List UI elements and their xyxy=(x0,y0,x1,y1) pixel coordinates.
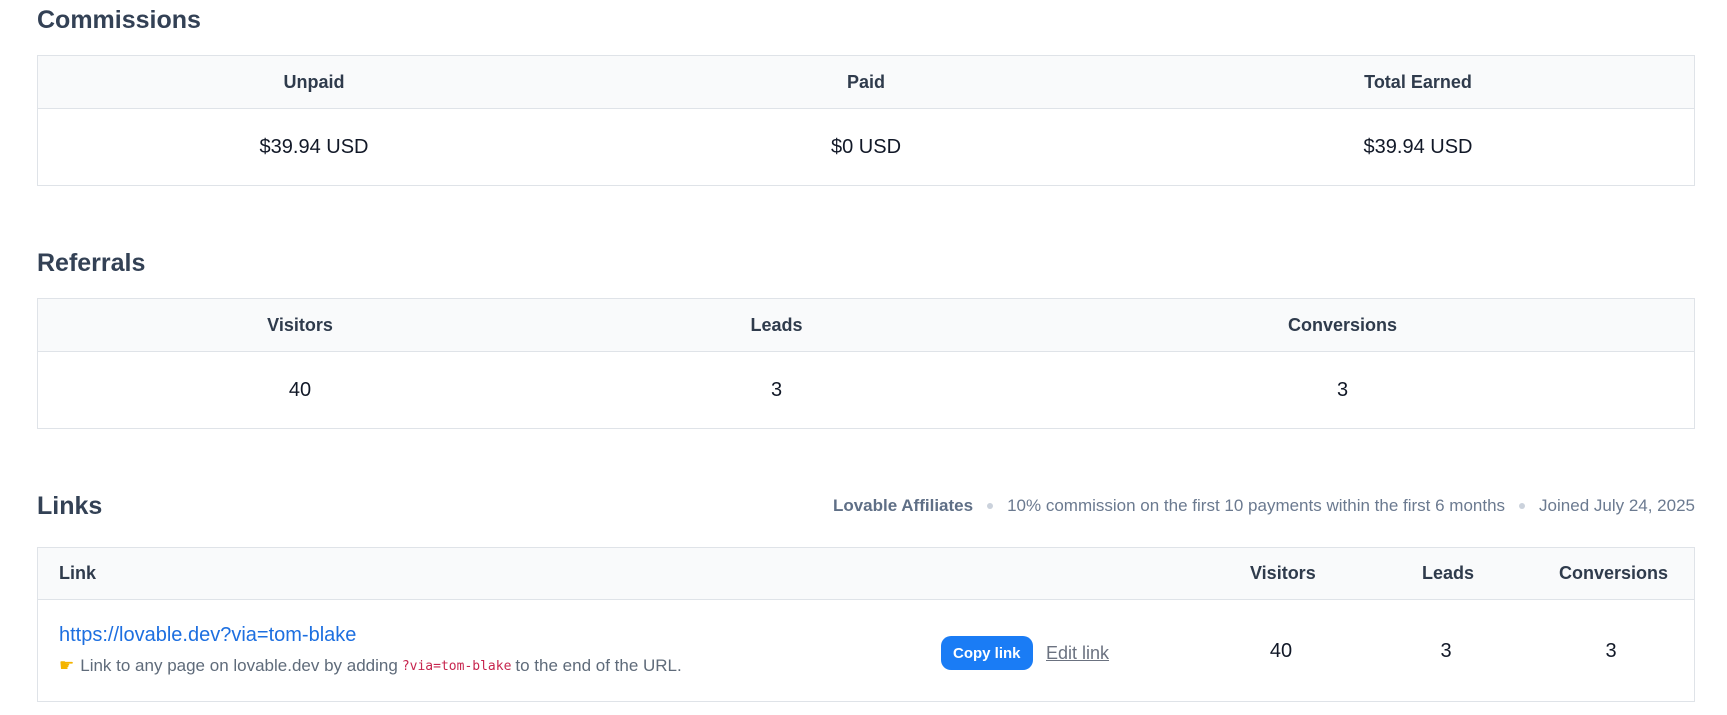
link-leads: 3 xyxy=(1440,640,1452,662)
edit-link-button[interactable]: Edit link xyxy=(1046,643,1109,664)
header-leads: Leads xyxy=(750,314,803,335)
referrals-table: Visitors Leads Conversions 40 3 3 xyxy=(37,298,1695,429)
links-table: Link Visitors Leads Conversions https://… xyxy=(37,547,1695,702)
commissions-title: Commissions xyxy=(37,6,201,34)
table-row: https://lovable.dev?via=tom-blake ☛ Link… xyxy=(38,600,1694,702)
referrals-value-row: 40 3 3 xyxy=(38,352,1694,428)
header-unpaid: Unpaid xyxy=(283,71,345,92)
link-hint: ☛ Link to any page on lovable.dev by add… xyxy=(59,656,682,676)
hint-code: ?via=tom-blake xyxy=(401,658,512,674)
header-visitors: Visitors xyxy=(267,314,333,335)
hint-prefix: Link to any page on lovable.dev by addin… xyxy=(80,656,398,675)
referral-link[interactable]: https://lovable.dev?via=tom-blake xyxy=(59,624,356,647)
pointing-hand-icon: ☛ xyxy=(59,656,75,675)
affiliate-dashboard: Commissions Unpaid Paid Total Earned $39… xyxy=(0,0,1727,715)
header-conversions: Conversions xyxy=(1559,563,1669,583)
header-total-earned: Total Earned xyxy=(1364,71,1472,92)
value-visitors: 40 xyxy=(288,378,312,401)
value-paid: $0 USD xyxy=(830,135,902,158)
referrals-header-row: Visitors Leads Conversions xyxy=(38,299,1694,352)
value-total-earned: $39.94 USD xyxy=(1363,135,1473,158)
header-leads: Leads xyxy=(1422,563,1475,583)
joined-date: Joined July 24, 2025 xyxy=(1539,496,1695,515)
commissions-header-row: Unpaid Paid Total Earned xyxy=(38,56,1694,109)
links-title: Links xyxy=(37,492,103,520)
copy-link-button[interactable]: Copy link xyxy=(941,636,1033,670)
links-header-row: Link Visitors Leads Conversions xyxy=(38,548,1694,600)
value-conversions: 3 xyxy=(1336,378,1349,401)
separator-dot xyxy=(987,503,994,509)
header-conversions: Conversions xyxy=(1287,314,1398,335)
commission-terms: 10% commission on the first 10 payments … xyxy=(1007,496,1506,515)
header-link: Link xyxy=(59,563,97,583)
commissions-table: Unpaid Paid Total Earned $39.94 USD $0 U… xyxy=(37,55,1695,186)
hint-suffix: to the end of the URL. xyxy=(515,656,682,675)
value-unpaid: $39.94 USD xyxy=(259,135,369,158)
header-paid: Paid xyxy=(846,71,885,92)
value-leads: 3 xyxy=(770,378,783,401)
separator-dot xyxy=(1519,503,1526,509)
program-info: Lovable Affiliates 10% commission on the… xyxy=(833,496,1695,516)
program-name: Lovable Affiliates xyxy=(832,496,974,515)
link-conversions: 3 xyxy=(1605,640,1617,662)
referrals-title: Referrals xyxy=(37,249,146,277)
commissions-value-row: $39.94 USD $0 USD $39.94 USD xyxy=(38,109,1694,185)
header-visitors: Visitors xyxy=(1250,563,1316,583)
link-visitors: 40 xyxy=(1269,640,1293,662)
